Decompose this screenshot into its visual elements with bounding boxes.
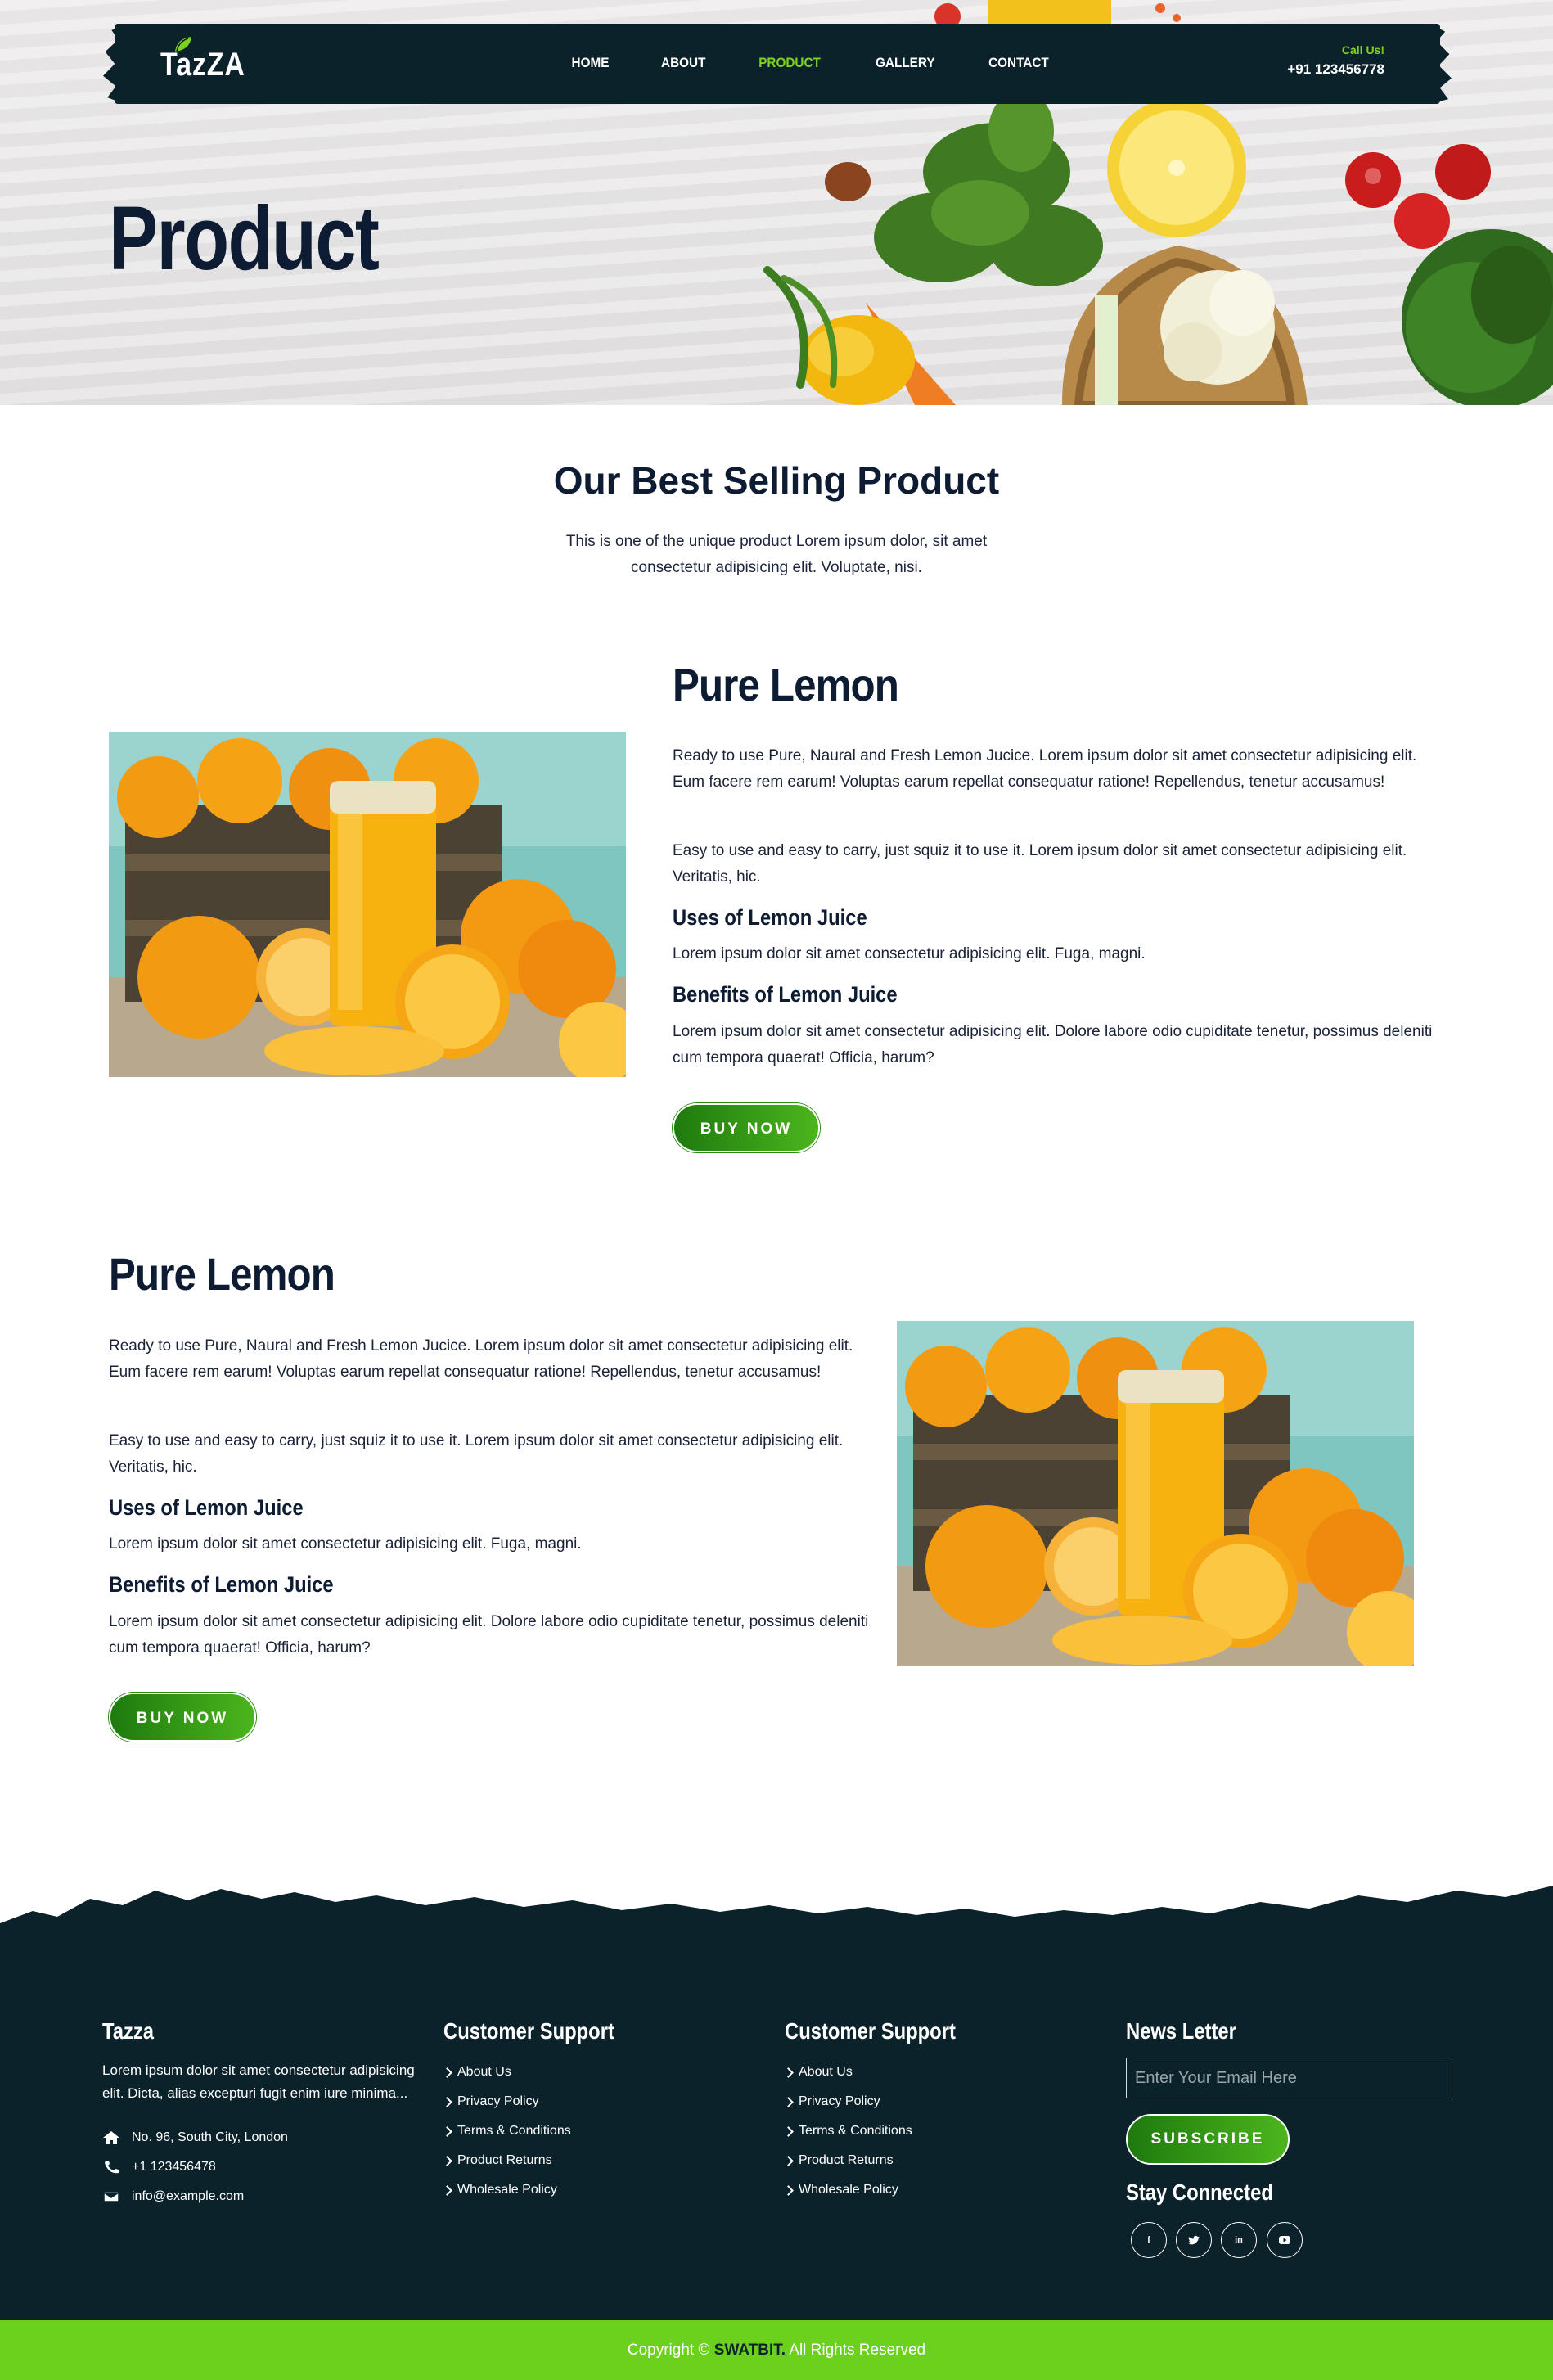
chevron-right-icon <box>442 2096 452 2107</box>
benefits-text: Lorem ipsum dolor sit amet consectetur a… <box>109 1613 869 1657</box>
footer-support-title: Customer Support <box>785 2018 956 2044</box>
benefits-heading: Benefits of Lemon Juice <box>673 982 898 1007</box>
uses-text: Lorem ipsum dolor sit amet consectetur a… <box>673 945 1146 962</box>
footer-link-privacy[interactable]: Privacy Policy <box>442 2087 645 2116</box>
newsletter-title: News Letter <box>1126 2018 1236 2044</box>
copyright-suffix: All Rights Reserved <box>789 2342 926 2359</box>
section-title: Our Best Selling Product <box>553 459 1000 502</box>
linkedin-icon[interactable]: in <box>1221 2222 1257 2258</box>
product-description-2: Easy to use and easy to carry, just squi… <box>673 842 1407 886</box>
footer-link-terms[interactable]: Terms & Conditions <box>442 2116 645 2146</box>
call-us-block: Call Us! +91 123456778 <box>1287 43 1384 78</box>
chevron-right-icon <box>442 2125 452 2137</box>
footer-links: About Us Privacy Policy Terms & Conditio… <box>442 2058 645 2205</box>
subscribe-button[interactable]: SUBSCRIBE <box>1126 2114 1290 2165</box>
nav-about[interactable]: ABOUT <box>661 55 705 71</box>
product-image <box>109 732 626 1077</box>
footer-link-returns[interactable]: Product Returns <box>442 2146 645 2175</box>
email-text[interactable]: info@example.com <box>132 2189 244 2204</box>
mail-icon <box>103 2191 119 2202</box>
nav-gallery[interactable]: GALLERY <box>876 55 935 71</box>
footer-link-about[interactable]: About Us <box>783 2058 986 2087</box>
chevron-right-icon <box>783 2125 794 2137</box>
chevron-right-icon <box>783 2184 794 2196</box>
footer-about: Tazza Lorem ipsum dolor sit amet consect… <box>102 2018 430 2211</box>
youtube-play-glyph <box>1279 2236 1290 2244</box>
product-title: Pure Lemon <box>109 1248 335 1300</box>
footer-link-wholesale[interactable]: Wholesale Policy <box>783 2175 986 2205</box>
chevron-right-icon <box>783 2155 794 2166</box>
twitter-bird-glyph <box>1188 2235 1200 2245</box>
nav-product[interactable]: PRODUCT <box>759 55 822 71</box>
footer-links: About Us Privacy Policy Terms & Conditio… <box>783 2058 986 2205</box>
call-us-phone[interactable]: +91 123456778 <box>1287 61 1384 78</box>
footer-support-1: Customer Support About Us Privacy Policy… <box>442 2018 645 2205</box>
call-us-label: Call Us! <box>1341 43 1384 56</box>
email-row: info@example.com <box>102 2182 430 2211</box>
footer-link-returns[interactable]: Product Returns <box>783 2146 986 2175</box>
leaf-icon <box>175 37 191 52</box>
address-text: No. 96, South City, London <box>132 2130 288 2144</box>
chevron-right-icon <box>442 2155 452 2166</box>
nav-contact[interactable]: CONTACT <box>988 55 1049 71</box>
chevron-right-icon <box>442 2184 452 2196</box>
copyright-bar: Copyright © SWATBIT. All Rights Reserved <box>0 2320 1553 2380</box>
footer-link-about[interactable]: About Us <box>442 2058 645 2087</box>
footer-link-wholesale[interactable]: Wholesale Policy <box>442 2175 645 2205</box>
footer-support-2: Customer Support About Us Privacy Policy… <box>783 2018 986 2205</box>
top-navbar: TazZA HOME ABOUT PRODUCT GALLERY CONTACT… <box>115 24 1440 104</box>
footer-newsletter: News Letter <box>1126 2018 1256 2044</box>
section-subtitle: This is one of the unique product Lorem … <box>565 533 988 576</box>
phone-row: +1 123456478 <box>102 2152 430 2182</box>
product-title: Pure Lemon <box>673 659 899 710</box>
main-menu: HOME ABOUT PRODUCT GALLERY CONTACT <box>569 55 1100 71</box>
phone-icon <box>105 2161 119 2174</box>
benefits-heading: Benefits of Lemon Juice <box>109 1572 334 1597</box>
uses-text: Lorem ipsum dolor sit amet consectetur a… <box>109 1535 582 1553</box>
chevron-right-icon <box>442 2067 452 2078</box>
chevron-right-icon <box>783 2096 794 2107</box>
product-description: Ready to use Pure, Naural and Fresh Lemo… <box>109 1337 853 1381</box>
footer-link-terms[interactable]: Terms & Conditions <box>783 2116 986 2146</box>
footer-about-title: Tazza <box>102 2018 155 2044</box>
product-description-2: Easy to use and easy to carry, just squi… <box>109 1432 844 1476</box>
page-title: Product <box>109 188 380 289</box>
copyright-brand[interactable]: SWATBIT. <box>714 2342 786 2359</box>
stay-connected-title: Stay Connected <box>1126 2179 1273 2205</box>
benefits-text: Lorem ipsum dolor sit amet consectetur a… <box>673 1023 1433 1066</box>
product-image <box>897 1321 1414 1666</box>
uses-heading: Uses of Lemon Juice <box>673 905 867 930</box>
footer-about-text: Lorem ipsum dolor sit amet consectetur a… <box>102 2062 415 2101</box>
phone-text[interactable]: +1 123456478 <box>132 2160 216 2175</box>
copyright-prefix: Copyright © <box>627 2342 710 2359</box>
twitter-icon[interactable] <box>1176 2222 1212 2258</box>
home-icon <box>103 2131 119 2144</box>
youtube-icon[interactable] <box>1267 2222 1303 2258</box>
buy-now-button[interactable]: BUY NOW <box>109 1693 256 1742</box>
product-description: Ready to use Pure, Naural and Fresh Lemo… <box>673 747 1417 791</box>
chevron-right-icon <box>783 2067 794 2078</box>
nav-home[interactable]: HOME <box>572 55 610 71</box>
buy-now-button[interactable]: BUY NOW <box>673 1103 820 1152</box>
uses-heading: Uses of Lemon Juice <box>109 1495 304 1520</box>
facebook-icon[interactable]: f <box>1131 2222 1167 2258</box>
address-row: No. 96, South City, London <box>102 2123 430 2152</box>
footer-support-title: Customer Support <box>443 2018 614 2044</box>
footer-link-privacy[interactable]: Privacy Policy <box>783 2087 986 2116</box>
newsletter-email-input[interactable] <box>1126 2058 1452 2098</box>
torn-edge-decoration <box>0 1886 1553 1940</box>
